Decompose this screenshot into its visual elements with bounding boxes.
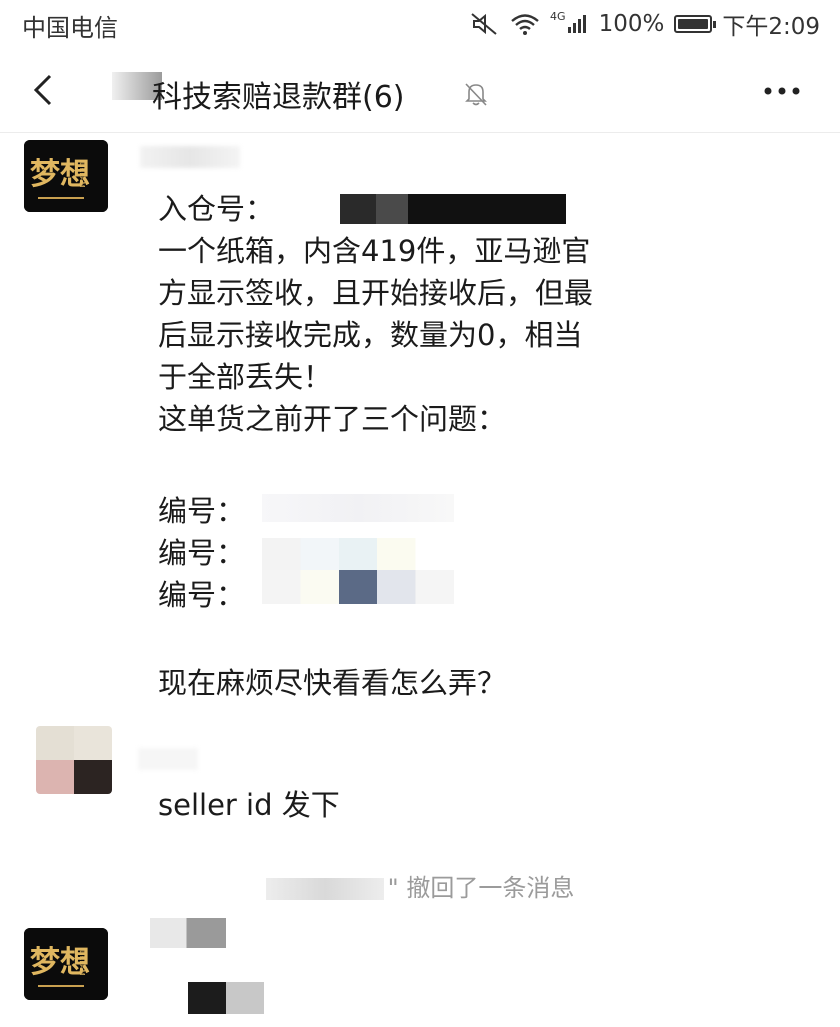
message-line: 方显示签收，且开始接收后，但最 — [158, 276, 594, 310]
dream-logo-icon: 梦想 DREAM — [24, 140, 108, 212]
message-line: 入仓号： — [158, 192, 275, 226]
back-chevron-icon — [33, 74, 52, 106]
avatar-pixelated-icon — [36, 726, 112, 794]
signal-icon: 4G — [550, 9, 589, 35]
clock: 下午2:09 — [722, 14, 820, 40]
battery-percent: 100% — [598, 11, 665, 37]
message-line: 这单货之前开了三个问题： — [158, 402, 507, 436]
sender-name-redacted — [138, 748, 198, 770]
recaller-name-redacted — [265, 878, 384, 900]
more-dots-icon — [764, 87, 800, 95]
sender-name-redacted — [140, 146, 240, 168]
message-content-redacted — [188, 982, 264, 1014]
avatar-dream[interactable]: 梦想 DREAM — [24, 928, 108, 1000]
battery-icon — [674, 15, 717, 33]
issue-id-label: 编号： — [158, 494, 246, 528]
issue-id-redacted — [262, 538, 454, 574]
chat-header: 科技索赔退款群(6) — [0, 48, 840, 133]
chat-title[interactable]: 科技索赔退款群(6) — [152, 72, 405, 116]
avatar-logo-subtext: DREAM — [78, 950, 86, 976]
avatar-logo-subtext: DREAM — [78, 162, 86, 188]
avatar-dream[interactable]: 梦想 DREAM — [24, 140, 108, 212]
inbound-number-redacted — [340, 194, 566, 224]
carrier-label: 中国电信 — [22, 14, 118, 42]
message-line: seller id 发下 — [158, 788, 340, 822]
issue-id-label: 编号： — [158, 536, 246, 570]
recall-notice-text: " 撤回了一条消息 — [387, 874, 575, 902]
issue-id-label: 编号： — [158, 578, 246, 612]
status-icons: 4G 100% 下午2:09 — [470, 8, 820, 40]
message-line: 一个纸箱，内含419件，亚马逊官 — [158, 234, 591, 268]
recall-notice: " 撤回了一条消息 — [0, 868, 840, 903]
sender-name-redacted — [150, 918, 226, 948]
more-options-button[interactable] — [760, 76, 804, 106]
message-line: 于全部丢失！ — [158, 360, 333, 394]
wifi-icon — [510, 12, 540, 36]
mute-bell-icon — [462, 80, 490, 108]
message-line: 后显示接收完成，数量为0，相当 — [158, 318, 583, 352]
issue-id-redacted — [262, 494, 454, 522]
message-line: 现在麻烦尽快看看怎么弄？ — [158, 666, 507, 700]
status-bar: 中国电信 4G 100% 下午2:09 — [0, 0, 840, 48]
battery-fill — [678, 19, 709, 29]
issue-id-redacted — [262, 570, 454, 604]
avatar-user[interactable] — [36, 726, 112, 794]
mute-icon — [470, 12, 500, 36]
dream-logo-icon: 梦想 DREAM — [24, 928, 108, 1000]
back-button[interactable] — [24, 70, 64, 110]
network-label: 4G — [550, 9, 566, 23]
